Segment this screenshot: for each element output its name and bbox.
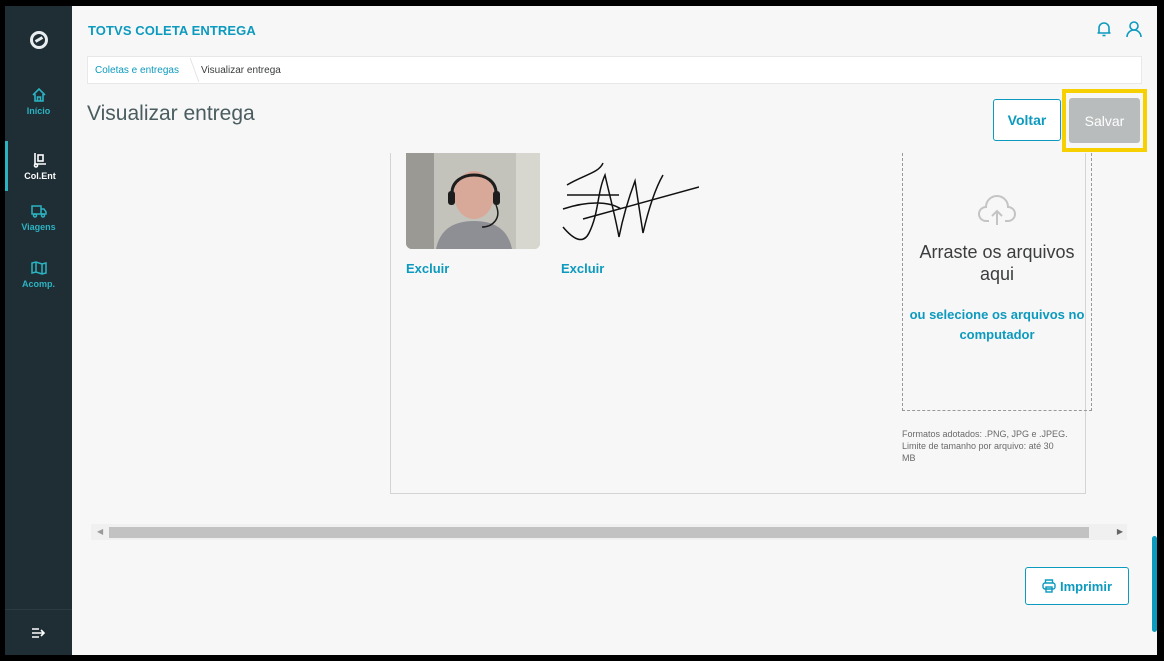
app-frame: Início Col.Ent Viagens Acomp. TOTVS COLE… (5, 6, 1157, 655)
delete-signature-link[interactable]: Excluir (561, 261, 604, 276)
file-dropzone[interactable]: Arraste os arquivos aqui ou selecione os… (902, 153, 1092, 411)
expand-menu-button[interactable] (5, 609, 72, 655)
scroll-right-icon[interactable]: ▶ (1117, 527, 1123, 536)
home-icon (31, 87, 46, 102)
breadcrumb: Coletas e entregas Visualizar entrega (87, 56, 1142, 84)
sidebar-item-label: Viagens (21, 221, 56, 232)
truck-icon (30, 204, 47, 218)
vertical-scrollbar[interactable] (1152, 536, 1157, 632)
horizontal-scrollbar[interactable]: ◀ ▶ (91, 524, 1127, 540)
sidebar-item-viagens[interactable]: Viagens (5, 192, 72, 242)
signature-image (559, 153, 700, 249)
back-button[interactable]: Voltar (993, 99, 1061, 141)
delete-photo-link[interactable]: Excluir (406, 261, 449, 276)
select-files-link[interactable]: ou selecione os arquivos no computador (903, 305, 1091, 345)
save-button[interactable]: Salvar (1069, 98, 1140, 143)
cloud-upload-icon (978, 195, 1016, 225)
sidebar-item-label: Acomp. (21, 278, 55, 289)
map-icon (30, 260, 47, 275)
sidebar-item-inicio[interactable]: Início (5, 76, 72, 126)
scrollbar-thumb[interactable] (109, 527, 1089, 538)
sidebar-item-colent[interactable]: Col.Ent (5, 141, 72, 191)
app-title: TOTVS COLETA ENTREGA (88, 23, 256, 38)
sidebar-item-acomp[interactable]: Acomp. (5, 249, 72, 299)
file-formats-info: Formatos adotados: .PNG, JPG e .JPEG. Li… (902, 429, 1068, 463)
dolly-icon (33, 152, 46, 168)
printer-icon (1042, 579, 1056, 593)
logo-icon (29, 31, 48, 49)
attachments-panel: Excluir Excluir Arraste os arquivos aqui… (390, 153, 1092, 494)
bell-icon[interactable] (1095, 20, 1113, 38)
breadcrumb-link-coletas[interactable]: Coletas e entregas (95, 65, 179, 76)
print-button-label: Imprimir (1059, 578, 1112, 594)
top-header: TOTVS COLETA ENTREGA (72, 6, 1157, 52)
expand-menu-icon (31, 627, 45, 638)
scroll-left-icon[interactable]: ◀ (97, 527, 103, 536)
sidebar-item-label: Início (26, 105, 51, 116)
totvs-logo[interactable] (5, 6, 72, 74)
delivery-photo (406, 153, 540, 249)
page-title: Visualizar entrega (87, 102, 255, 125)
breadcrumb-separator (180, 58, 200, 82)
dropzone-title: Arraste os arquivos aqui (919, 242, 1075, 284)
sidebar-item-label: Col.Ent (24, 170, 56, 181)
print-button[interactable]: Imprimir (1025, 567, 1129, 605)
sidebar: Início Col.Ent Viagens Acomp. (5, 6, 72, 655)
breadcrumb-current: Visualizar entrega (200, 64, 281, 76)
user-icon[interactable] (1125, 20, 1143, 38)
